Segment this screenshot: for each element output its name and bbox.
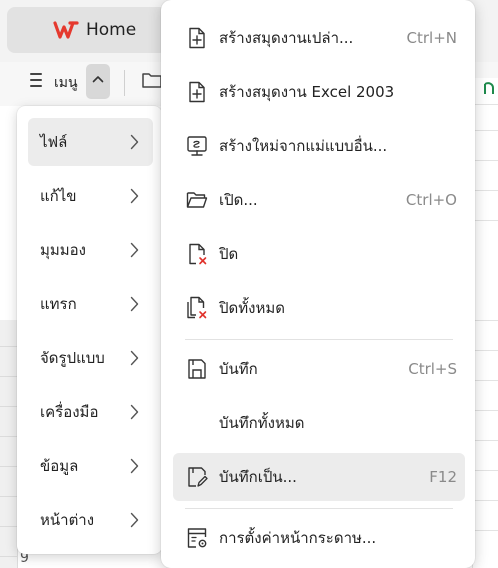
chevron-right-icon — [130, 242, 139, 262]
gridline — [473, 320, 498, 321]
shortcut-hint: Ctrl+S — [408, 360, 457, 378]
close-all-icon — [185, 296, 209, 320]
close-all-item[interactable]: ปิดทั้งหมด — [173, 284, 465, 332]
save-item[interactable]: บันทึก Ctrl+S — [173, 345, 465, 393]
menu-item-format[interactable]: จัดรูปแบบ — [28, 334, 153, 382]
chevron-right-icon — [130, 350, 139, 370]
row-divider — [0, 346, 18, 347]
menu-item-view[interactable]: มุมมอง — [28, 226, 153, 274]
new-excel2003-icon — [185, 80, 209, 104]
row-header-column — [0, 320, 18, 568]
shortcut-hint: F12 — [429, 468, 457, 486]
menu-item-label: บันทึกทั้งหมด — [219, 414, 305, 432]
gridline — [473, 470, 498, 471]
menu-item-label: ข้อมูล — [40, 457, 79, 475]
menu-item-edit[interactable]: แก้ไข — [28, 172, 153, 220]
shortcut-hint: Ctrl+N — [406, 29, 457, 47]
save-as-icon — [185, 465, 209, 489]
menu-item-label: สร้างสมุดงานเปล่า... — [219, 29, 354, 47]
chevron-right-icon — [130, 296, 139, 316]
row-divider — [0, 496, 18, 497]
wps-logo-icon — [53, 19, 79, 41]
main-menu-panel: ไฟล์ แก้ไข มุมมอง แทรก จัดรูปแบบ เครื่อง… — [17, 106, 162, 554]
chevron-right-icon — [130, 134, 139, 154]
new-from-template-item[interactable]: สร้างใหม่จากแม่แบบอื่น... — [173, 122, 465, 170]
gridline — [473, 410, 498, 411]
menu-item-label: เปิด... — [219, 191, 258, 209]
toolbar-divider — [124, 70, 125, 96]
row-divider — [0, 436, 18, 437]
chevron-right-icon — [130, 458, 139, 478]
menu-item-label: ไฟล์ — [40, 133, 68, 151]
save-all-item[interactable]: บันทึกทั้งหมด — [173, 399, 465, 447]
gridline — [473, 130, 498, 131]
page-setup-icon — [185, 526, 209, 550]
chevron-right-icon — [130, 188, 139, 208]
ribbon-tab-fragment — [481, 78, 495, 102]
menu-item-label: สร้างสมุดงาน Excel 2003 — [219, 83, 395, 101]
menu-item-label: แทรก — [40, 295, 77, 313]
menu-item-label: หน้าต่าง — [40, 511, 95, 529]
shortcut-hint: Ctrl+O — [405, 191, 457, 209]
close-item[interactable]: ปิด — [173, 230, 465, 278]
new-blank-workbook-item[interactable]: สร้างสมุดงานเปล่า... Ctrl+N — [173, 14, 465, 62]
save-as-item[interactable]: บันทึกเป็น... F12 — [173, 453, 465, 501]
folder-icon[interactable] — [141, 70, 163, 94]
menu-item-label: จัดรูปแบบ — [40, 349, 105, 367]
gridline — [473, 530, 498, 531]
menu-item-label: การตั้งค่าหน้ากระดาษ... — [219, 529, 377, 547]
row-divider — [0, 466, 18, 467]
close-file-icon — [185, 242, 209, 266]
save-icon — [185, 357, 209, 381]
menu-item-label: ปิดทั้งหมด — [219, 299, 285, 317]
gridline — [473, 190, 498, 191]
open-item[interactable]: เปิด... Ctrl+O — [173, 176, 465, 224]
gridline — [473, 104, 498, 105]
menu-item-label: บันทึก — [219, 360, 258, 378]
gridline — [473, 380, 498, 381]
open-folder-icon — [185, 188, 209, 212]
menu-button-label[interactable]: เมนู — [54, 72, 78, 94]
gridline — [473, 160, 498, 161]
row-divider — [0, 526, 18, 527]
file-submenu-panel: สร้างสมุดงานเปล่า... Ctrl+N สร้างสมุดงาน… — [161, 0, 475, 568]
new-workbook-icon — [185, 26, 209, 50]
home-tab-label: Home — [86, 20, 137, 40]
menu-item-insert[interactable]: แทรก — [28, 280, 153, 328]
chevron-right-icon — [130, 404, 139, 424]
row-divider — [0, 376, 18, 377]
menu-divider — [185, 339, 453, 340]
gridline — [473, 350, 498, 351]
chevron-right-icon — [130, 512, 139, 532]
row-divider — [0, 556, 18, 557]
new-excel2003-workbook-item[interactable]: สร้างสมุดงาน Excel 2003 — [173, 68, 465, 116]
menu-item-label: เครื่องมือ — [40, 403, 99, 421]
gridline — [473, 220, 498, 221]
menu-item-label: บันทึกเป็น... — [219, 468, 297, 486]
menu-divider — [185, 508, 453, 509]
menu-item-data[interactable]: ข้อมูล — [28, 442, 153, 490]
menu-item-label: ปิด — [219, 245, 239, 263]
row-divider — [0, 406, 18, 407]
menu-item-window[interactable]: หน้าต่าง — [28, 496, 153, 544]
menu-item-label: แก้ไข — [40, 187, 77, 205]
menu-chevron-up-icon[interactable] — [86, 64, 110, 99]
menu-item-tools[interactable]: เครื่องมือ — [28, 388, 153, 436]
home-tab[interactable]: Home — [7, 7, 167, 53]
gridline — [473, 500, 498, 501]
sheet-edge — [472, 78, 498, 568]
menu-item-label: มุมมอง — [40, 241, 86, 259]
page-setup-item[interactable]: การตั้งค่าหน้ากระดาษ... — [173, 514, 465, 562]
hamburger-icon — [30, 73, 42, 89]
template-icon — [185, 134, 209, 158]
menu-item-label: สร้างใหม่จากแม่แบบอื่น... — [219, 137, 388, 155]
gridline — [473, 440, 498, 441]
menu-item-file[interactable]: ไฟล์ — [28, 118, 153, 166]
